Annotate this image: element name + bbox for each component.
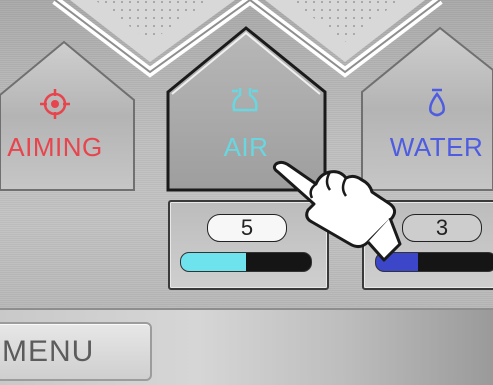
- air-level-fill: [181, 253, 246, 271]
- water-label[interactable]: WATER: [380, 132, 493, 163]
- pointing-hand-icon: [272, 160, 402, 262]
- air-label[interactable]: AIR: [196, 132, 296, 163]
- menu-button[interactable]: MENU: [0, 322, 152, 381]
- aiming-tile-shape: [0, 40, 135, 191]
- aiming-label[interactable]: AIMING: [0, 132, 110, 163]
- water-value-display: 3: [402, 214, 482, 242]
